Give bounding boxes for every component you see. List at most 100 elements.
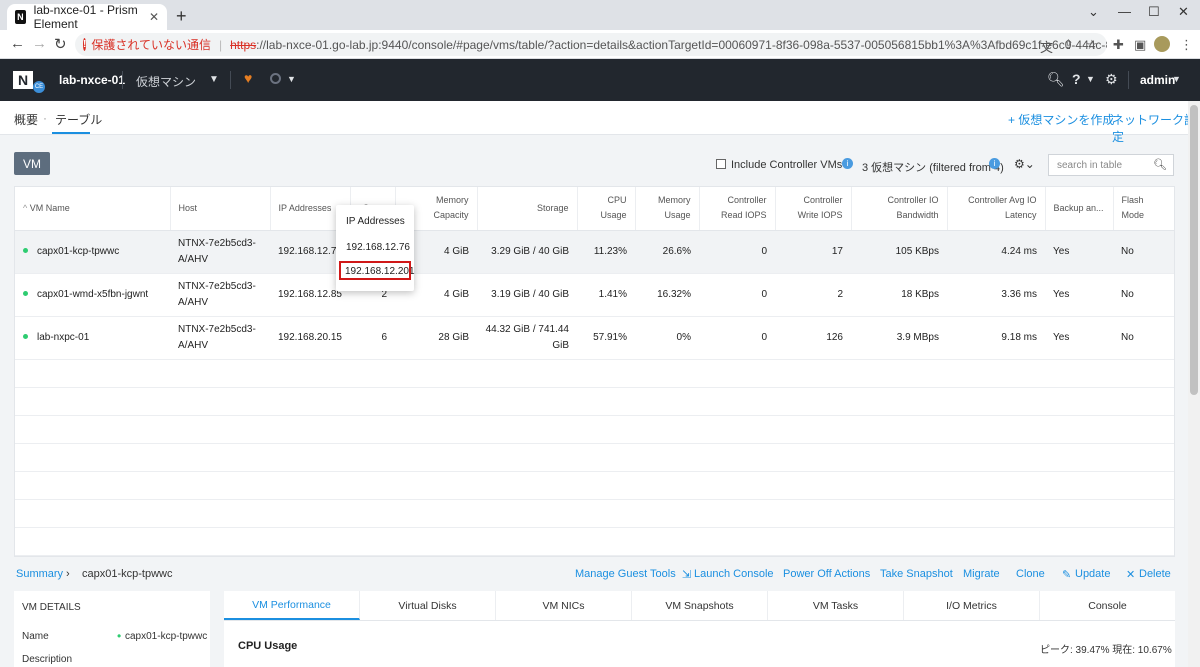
cpu-peak-text: ピーク: 39.47% 現在: 10.67%: [1040, 645, 1172, 656]
col-header-mem-usage[interactable]: Memory Usage: [635, 187, 700, 231]
write-iops-cell: 126: [775, 316, 851, 360]
share-icon[interactable]: ⇪: [1063, 37, 1074, 53]
ip-address-item[interactable]: 192.168.12.76: [346, 242, 410, 253]
table-row[interactable]: lab-nxpc-01 NTNX-7e2b5cd3-A/AHV 192.168.…: [15, 316, 1174, 360]
ip-cell[interactable]: 192.168.20.15: [270, 316, 350, 360]
include-controller-label: Include Controller VMs: [731, 159, 843, 171]
vm-button[interactable]: VM: [14, 152, 50, 175]
subnav: 概要 · テーブル + 仮想マシンを作成 ネットワーク設定: [0, 101, 1200, 144]
help-icon[interactable]: ?: [1072, 71, 1081, 87]
browser-tab[interactable]: N lab-nxce-01 - Prism Element ✕: [7, 3, 167, 31]
vm-name-cell[interactable]: capx01-kcp-tpwwc: [15, 230, 170, 274]
table-row[interactable]: capx01-kcp-tpwwc NTNX-7e2b5cd3-A/AHV 192…: [15, 230, 1174, 274]
gear-icon[interactable]: ⚙: [1105, 71, 1118, 88]
gear-icon[interactable]: ⚙⌄: [1014, 157, 1035, 171]
network-config-link[interactable]: ネットワーク設定: [1112, 111, 1200, 145]
vm-name-cell[interactable]: capx01-wmd-x5fbn-jgwnt: [15, 273, 170, 317]
close-window-icon[interactable]: ✕: [1178, 4, 1189, 20]
back-icon[interactable]: ←: [10, 35, 25, 52]
manage-guest-tools-button[interactable]: Manage Guest Tools: [575, 568, 676, 580]
user-menu[interactable]: admin: [1140, 73, 1175, 87]
ce-badge-icon: CE: [33, 81, 45, 93]
info-icon[interactable]: i: [842, 158, 853, 169]
col-header-storage[interactable]: Storage: [477, 187, 578, 231]
tab-console[interactable]: Console: [1040, 591, 1175, 620]
tab-vm-performance[interactable]: VM Performance: [224, 591, 360, 620]
host-cell: NTNX-7e2b5cd3-A/AHV: [170, 230, 270, 274]
col-header-read-iops[interactable]: Controller Read IOPS: [699, 187, 776, 231]
memory-cell: 28 GiB: [395, 316, 477, 360]
chevron-down-icon[interactable]: ▼: [1172, 74, 1181, 84]
col-header-host[interactable]: Host: [170, 187, 271, 231]
main-menu-dropdown[interactable]: 仮想マシン: [136, 73, 196, 90]
col-header-flash[interactable]: Flash Mode: [1113, 187, 1174, 231]
info-icon[interactable]: i: [989, 158, 1000, 169]
delete-button[interactable]: Delete: [1139, 568, 1171, 580]
update-button[interactable]: Update: [1075, 568, 1110, 580]
status-on-icon: •: [117, 629, 122, 643]
profile-avatar[interactable]: [1154, 36, 1170, 52]
separator-dot: ·: [43, 111, 47, 125]
search-icon: 🔍︎: [1153, 159, 1167, 171]
scrollbar-thumb[interactable]: [1190, 105, 1198, 395]
divider: [1128, 71, 1129, 89]
alerts-ring-icon[interactable]: [270, 73, 281, 84]
col-header-backup[interactable]: Backup an...: [1045, 187, 1114, 231]
launch-console-button[interactable]: Launch Console: [694, 568, 774, 580]
bandwidth-cell: 105 KBps: [851, 230, 947, 274]
vm-name-cell[interactable]: lab-nxpc-01: [15, 316, 170, 360]
migrate-button[interactable]: Migrate: [963, 568, 1000, 580]
description-label: Description: [22, 654, 73, 665]
status-on-icon: [23, 248, 28, 254]
chevron-down-icon[interactable]: ▼: [287, 74, 296, 84]
col-header-vm-name[interactable]: ^ VM Name: [15, 187, 171, 231]
include-controller-checkbox[interactable]: [716, 159, 726, 169]
url-input[interactable]: ! 保護されていない通信 | https ://lab-nxce-01.go-l…: [75, 33, 1107, 56]
host-cell: NTNX-7e2b5cd3-A/AHV: [170, 273, 270, 317]
forward-icon[interactable]: →: [32, 35, 47, 52]
search-icon[interactable]: 🔍︎: [1047, 71, 1065, 88]
sidepanel-icon[interactable]: ▣: [1134, 37, 1146, 53]
chevron-down-icon[interactable]: ⌄: [1088, 4, 1099, 20]
tab-table[interactable]: テーブル: [55, 111, 102, 128]
menu-kebab-icon[interactable]: ⋮: [1180, 37, 1193, 53]
tab-io-metrics[interactable]: I/O Metrics: [904, 591, 1040, 620]
col-header-latency[interactable]: Controller Avg IO Latency: [947, 187, 1046, 231]
tab-vm-tasks[interactable]: VM Tasks: [768, 591, 904, 620]
reload-icon[interactable]: ↻: [54, 35, 67, 53]
table-row[interactable]: capx01-wmd-x5fbn-jgwnt NTNX-7e2b5cd3-A/A…: [15, 273, 1174, 317]
translate-icon[interactable]: 文: [1040, 37, 1053, 56]
col-header-cpu[interactable]: CPU Usage: [577, 187, 636, 231]
tab-vm-nics[interactable]: VM NICs: [496, 591, 632, 620]
clone-button[interactable]: Clone: [1016, 568, 1045, 580]
page-scrollbar[interactable]: [1188, 101, 1200, 667]
browser-tabbar: N lab-nxce-01 - Prism Element ✕ + ⌄ — ☐ …: [0, 0, 1200, 31]
tab-vm-snapshots[interactable]: VM Snapshots: [632, 591, 768, 620]
perf-tabs: VM Performance Virtual Disks VM NICs VM …: [224, 591, 1175, 621]
col-header-write-iops[interactable]: Controller Write IOPS: [775, 187, 852, 231]
empty-row: [15, 443, 1174, 472]
tab-overview[interactable]: 概要: [14, 111, 38, 128]
health-heart-icon[interactable]: ♥: [244, 70, 252, 86]
extensions-icon[interactable]: ✚: [1113, 37, 1124, 53]
col-header-bandwidth[interactable]: Controller IO Bandwidth: [851, 187, 948, 231]
popup-title: IP Addresses: [346, 216, 405, 227]
search-placeholder: search in table: [1057, 160, 1123, 171]
close-tab-icon[interactable]: ✕: [149, 10, 159, 24]
take-snapshot-button[interactable]: Take Snapshot: [880, 568, 953, 580]
create-vm-link[interactable]: + 仮想マシンを作成: [1008, 111, 1114, 128]
summary-link[interactable]: Summary: [16, 568, 63, 580]
new-tab-icon[interactable]: +: [176, 6, 187, 27]
nutanix-logo-icon[interactable]: N: [13, 71, 33, 89]
minimize-icon[interactable]: —: [1118, 4, 1131, 19]
read-iops-cell: 0: [699, 230, 775, 274]
maximize-icon[interactable]: ☐: [1148, 4, 1160, 20]
close-icon: ✕: [1126, 569, 1136, 581]
cluster-name[interactable]: lab-nxce-01: [59, 73, 125, 87]
chevron-down-icon[interactable]: ▼: [209, 74, 219, 85]
power-off-actions-button[interactable]: Power Off Actions: [783, 568, 870, 580]
chevron-down-icon[interactable]: ▼: [1086, 74, 1095, 84]
tab-virtual-disks[interactable]: Virtual Disks: [360, 591, 496, 620]
bookmark-star-icon[interactable]: ☆: [1086, 37, 1098, 53]
search-input[interactable]: search in table 🔍︎: [1048, 154, 1174, 176]
